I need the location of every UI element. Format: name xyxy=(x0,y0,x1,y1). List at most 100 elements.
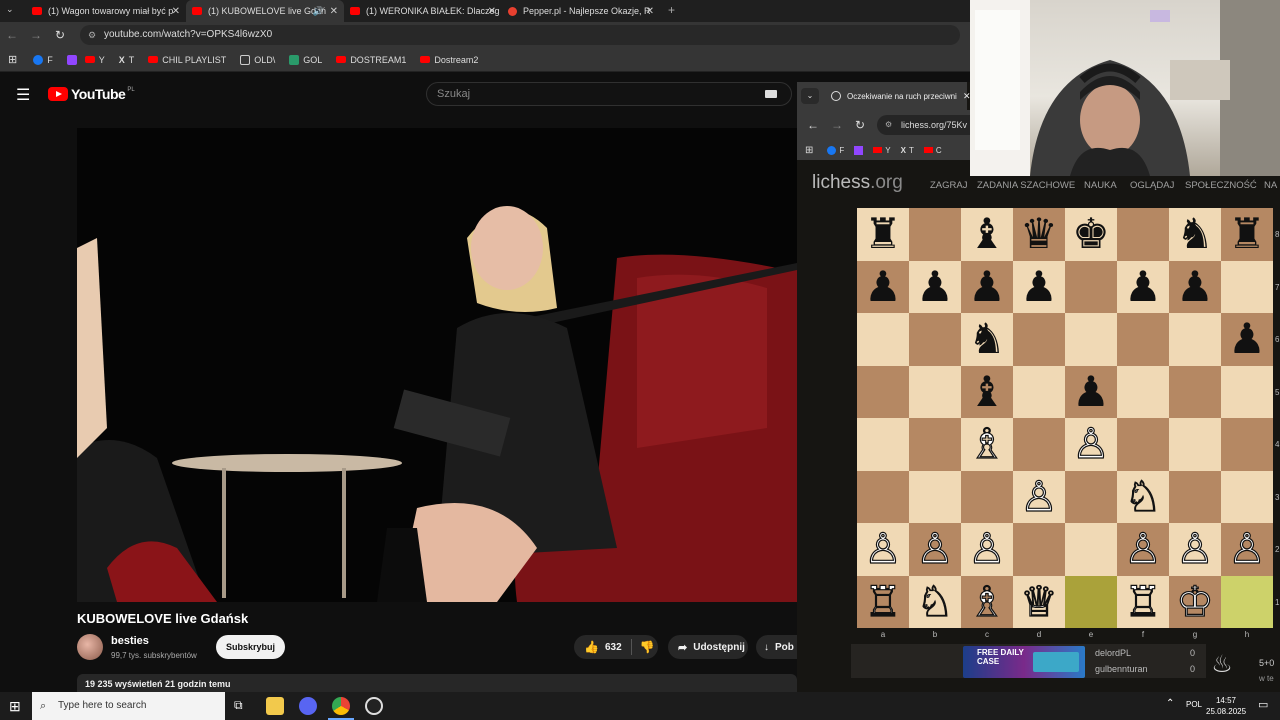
white-pawn-icon[interactable]: ♙ xyxy=(916,527,955,570)
square-b1[interactable]: ♘ xyxy=(909,575,961,628)
bookmark-youtube[interactable]: Y xyxy=(885,146,890,155)
square-e2[interactable] xyxy=(1065,523,1117,576)
square-a1[interactable]: ♖ xyxy=(857,575,909,628)
square-d5[interactable] xyxy=(1013,365,1065,418)
subscribe-button[interactable]: Subskrybuj xyxy=(216,635,285,659)
site-info-icon[interactable]: ⚙ xyxy=(885,115,892,135)
speaker-icon[interactable]: 🔊 xyxy=(313,6,324,17)
white-pawn-icon[interactable]: ♙ xyxy=(1072,422,1111,465)
white-pawn-icon[interactable]: ♙ xyxy=(968,527,1007,570)
bookmark-twitch[interactable] xyxy=(66,54,81,65)
square-h3[interactable] xyxy=(1221,470,1273,523)
chevron-up-icon[interactable]: ⌃ xyxy=(1166,698,1174,709)
square-c8[interactable]: ♝ xyxy=(961,208,1013,261)
square-h2[interactable]: ♙ xyxy=(1221,523,1273,576)
twitch-icon[interactable] xyxy=(854,145,864,155)
bookmark-dostream2[interactable]: Dostream2 xyxy=(420,55,478,65)
white-queen-icon[interactable]: ♕ xyxy=(1020,580,1059,623)
white-bishop-icon[interactable]: ♗ xyxy=(968,580,1007,623)
square-e5[interactable]: ♟ xyxy=(1065,365,1117,418)
bookmark-c[interactable]: C xyxy=(936,146,942,155)
square-a7[interactable]: ♟ xyxy=(857,260,909,313)
menu-item-more[interactable]: NA xyxy=(1264,180,1277,191)
square-e3[interactable] xyxy=(1065,470,1117,523)
bookmark-dostream1[interactable]: DOSTREAM1 xyxy=(336,55,406,65)
square-g7[interactable]: ♟ xyxy=(1169,260,1221,313)
white-pawn-icon[interactable]: ♙ xyxy=(1176,527,1215,570)
menu-item-community[interactable]: SPOŁECZNOŚĆ xyxy=(1185,180,1257,191)
menu-item-play[interactable]: ZAGRAJ xyxy=(930,180,967,191)
channel-name[interactable]: besties xyxy=(111,635,149,647)
bookmark-facebook[interactable]: F xyxy=(33,54,53,65)
black-bishop-icon[interactable]: ♝ xyxy=(968,370,1006,413)
bookmark-youtube[interactable]: Y xyxy=(84,55,105,65)
menu-icon[interactable]: ☰ xyxy=(16,85,30,105)
search-input[interactable]: Szukaj xyxy=(426,82,792,106)
square-a8[interactable]: ♜ xyxy=(857,208,909,261)
square-c7[interactable]: ♟ xyxy=(961,260,1013,313)
black-pawn-icon[interactable]: ♟ xyxy=(1124,265,1162,308)
square-e7[interactable] xyxy=(1065,260,1117,313)
taskbar-search-input[interactable]: ⌕ Type here to search xyxy=(32,692,225,720)
back-icon[interactable]: ← xyxy=(807,118,819,132)
avatar[interactable] xyxy=(77,634,103,660)
obs-icon[interactable] xyxy=(365,697,383,715)
apps-icon[interactable]: ⊞ xyxy=(805,145,813,156)
thumbs-up-icon[interactable]: 👍 xyxy=(584,640,599,654)
square-d1[interactable]: ♕ xyxy=(1013,575,1065,628)
square-g3[interactable] xyxy=(1169,470,1221,523)
chrome-icon[interactable] xyxy=(332,697,350,715)
black-pawn-icon[interactable]: ♟ xyxy=(864,265,902,308)
menu-item-watch[interactable]: OGLĄDAJ xyxy=(1130,180,1174,191)
square-b5[interactable] xyxy=(909,365,961,418)
square-e8[interactable]: ♚ xyxy=(1065,208,1117,261)
forward-icon[interactable]: → xyxy=(24,28,48,42)
white-knight-icon[interactable]: ♘ xyxy=(916,580,955,623)
new-tab-icon[interactable]: + xyxy=(668,3,675,17)
player-row[interactable]: delordPL 0 xyxy=(1095,648,1195,658)
reload-icon[interactable]: ↻ xyxy=(855,118,865,132)
square-b4[interactable] xyxy=(909,418,961,471)
square-h8[interactable]: ♜ xyxy=(1221,208,1273,261)
square-c3[interactable] xyxy=(961,470,1013,523)
tab-search-icon[interactable]: ⌄ xyxy=(801,88,819,104)
thumbs-down-icon[interactable]: 👎 xyxy=(640,640,655,654)
square-b8[interactable] xyxy=(909,208,961,261)
square-h5[interactable] xyxy=(1221,365,1273,418)
white-pawn-icon[interactable]: ♙ xyxy=(864,527,903,570)
black-knight-icon[interactable]: ♞ xyxy=(968,318,1006,360)
square-c1[interactable]: ♗ xyxy=(961,575,1013,628)
black-rook-icon[interactable]: ♜ xyxy=(1228,213,1266,255)
windows-start-icon[interactable]: ⊞ xyxy=(9,698,21,715)
language-indicator[interactable]: POL xyxy=(1186,700,1202,709)
black-bishop-icon[interactable]: ♝ xyxy=(968,213,1006,255)
file-explorer-icon[interactable] xyxy=(266,697,284,715)
square-c5[interactable]: ♝ xyxy=(961,365,1013,418)
black-pawn-icon[interactable]: ♟ xyxy=(916,265,954,308)
square-f4[interactable] xyxy=(1117,418,1169,471)
square-h4[interactable] xyxy=(1221,418,1273,471)
square-h1[interactable] xyxy=(1221,575,1273,628)
square-a3[interactable] xyxy=(857,470,909,523)
bookmark-chill[interactable]: CHIL PLAYLIST xyxy=(148,55,226,65)
square-b6[interactable] xyxy=(909,313,961,366)
share-button[interactable]: ➦ Udostępnij xyxy=(668,635,748,659)
black-queen-icon[interactable]: ♛ xyxy=(1020,213,1058,255)
player-row[interactable]: gulbennturan 0 xyxy=(1095,664,1195,674)
black-pawn-icon[interactable]: ♟ xyxy=(1072,370,1110,413)
black-pawn-icon[interactable]: ♟ xyxy=(1228,318,1266,360)
chess-board[interactable]: ♜ ♝ ♛ ♚ ♞ ♜ ♟ ♟ ♟ ♟ ♟ ♟ ♞ ♟ ♝ ♟ ♗ ♙ ♙ ♘ ♙ ♙ ♙ ♙ ♙ ♙ ♖ ♘ ♗ ♕ ♖ ♔ xyxy=(857,208,1273,628)
square-c4[interactable]: ♗ xyxy=(961,418,1013,471)
square-a5[interactable] xyxy=(857,365,909,418)
square-f3[interactable]: ♘ xyxy=(1117,470,1169,523)
bookmark-x[interactable]: XT xyxy=(119,55,135,65)
close-icon[interactable]: ✕ xyxy=(172,6,180,17)
white-pawn-icon[interactable]: ♙ xyxy=(1124,527,1163,570)
youtube-logo[interactable]: YouTube PL xyxy=(48,86,135,102)
bookmark-folder[interactable]: OLD\ xyxy=(240,54,275,65)
tab-pepper[interactable]: Pepper.pl - Najlepsze Okazje, R ✕ xyxy=(502,0,660,22)
notifications-icon[interactable]: ▭ xyxy=(1258,698,1268,711)
square-e4[interactable]: ♙ xyxy=(1065,418,1117,471)
black-knight-icon[interactable]: ♞ xyxy=(1176,213,1214,255)
lichess-logo[interactable]: lichess.org xyxy=(812,172,903,194)
